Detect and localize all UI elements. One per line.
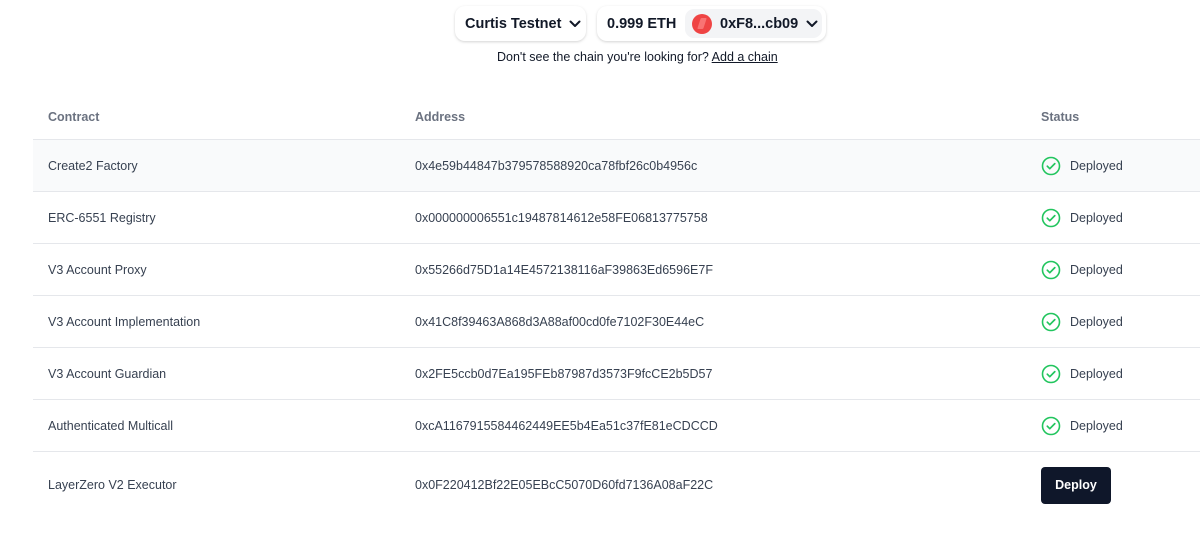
contract-name: ERC-6551 Registry [33,191,400,244]
avatar [692,13,712,34]
chain-name: Curtis Testnet [465,15,562,32]
status-text: Deployed [1070,418,1123,433]
contract-name: Authenticated Multicall [33,399,400,452]
status-badge: Deployed [1041,156,1200,176]
table-row: V3 Account Guardian 0x2FE5ccb0d7Ea195FEb… [33,347,1200,400]
chain-selector[interactable]: Curtis Testnet [455,6,586,41]
contract-address: 0x2FE5ccb0d7Ea195FEb87987d3573F9fcCE2b5D… [400,347,1026,400]
contract-address: 0x4e59b44847b379578588920ca78fbf26c0b495… [400,139,1026,192]
status-badge: Deployed [1041,312,1200,332]
contract-address: 0x41C8f39463A868d3A88af00cd0fe7102F30E44… [400,295,1026,348]
column-header-contract: Contract [33,95,400,140]
chevron-down-icon [569,20,581,28]
status-cell: Deployed [1026,191,1200,244]
contract-name: V3 Account Guardian [33,347,400,400]
status-cell: Deployed [1026,243,1200,296]
check-circle-icon [1041,260,1061,279]
contract-name: LayerZero V2 Executor [48,478,177,492]
status-badge: Deployed [1041,416,1200,436]
column-header-status: Status [1026,95,1200,140]
status-cell: Deployed [1026,295,1200,348]
check-circle-icon [1041,312,1061,331]
check-circle-icon [1041,208,1061,227]
chevron-down-icon [806,20,818,28]
check-circle-icon [1041,416,1061,435]
chain-hint: Don't see the chain you're looking for? … [497,50,778,64]
contract-address: 0x0F220412Bf22E05EBcC5070D60fd7136A08aF2… [415,478,714,492]
status-text: Deployed [1070,366,1123,381]
status-cell: Deployed [1026,399,1200,452]
status-cell: Deploy [1026,452,1200,519]
contracts-table: Contract Address Status Create2 Factory … [33,95,1200,518]
add-chain-link[interactable]: Add a chain [712,50,778,64]
status-text: Deployed [1070,314,1123,329]
contract-address: 0x55266d75D1a14E4572138116aF39863Ed6596E… [400,243,1026,296]
status-badge: Deployed [1041,208,1200,228]
table-row: Authenticated Multicall 0xcA116791558446… [33,399,1200,452]
contract-name: Create2 Factory [33,139,400,192]
status-badge: Deployed [1041,260,1200,280]
status-text: Deployed [1070,210,1123,225]
check-circle-icon [1041,156,1061,175]
check-circle-icon [1041,364,1061,383]
account-address: 0xF8...cb09 [720,15,799,32]
deploy-button[interactable]: Deploy [1041,466,1111,504]
table-row: Create2 Factory 0x4e59b44847b37957858892… [33,139,1200,192]
contract-name: V3 Account Proxy [33,243,400,296]
table-row: LayerZero V2 Executor 0x0F220412Bf22E05E… [33,452,1200,519]
table-row: V3 Account Proxy 0x55266d75D1a14E4572138… [33,243,1200,296]
contract-address: 0xcA1167915584462449EE5b4Ea51c37fE81eCDC… [400,399,1026,452]
status-text: Deployed [1070,262,1123,277]
chain-hint-text: Don't see the chain you're looking for? [497,50,709,64]
contract-name: V3 Account Implementation [33,295,400,348]
status-badge: Deployed [1041,364,1200,384]
table-header-row: Contract Address Status [33,95,1200,140]
status-cell: Deployed [1026,347,1200,400]
table-row: ERC-6551 Registry 0x000000006551c1948781… [33,191,1200,244]
wallet-pill: 0.999 ETH 0xF8...cb09 [597,6,826,41]
column-header-address: Address [400,95,1026,140]
status-cell: Deployed [1026,139,1200,192]
table-row: V3 Account Implementation 0x41C8f39463A8… [33,295,1200,348]
status-text: Deployed [1070,158,1123,173]
wallet-balance: 0.999 ETH [607,15,677,32]
account-button[interactable]: 0xF8...cb09 [685,9,822,38]
top-bar: Curtis Testnet 0.999 ETH 0xF8...cb09 Don… [0,0,1200,64]
contract-address: 0x000000006551c19487814612e58FE068137757… [400,191,1026,244]
